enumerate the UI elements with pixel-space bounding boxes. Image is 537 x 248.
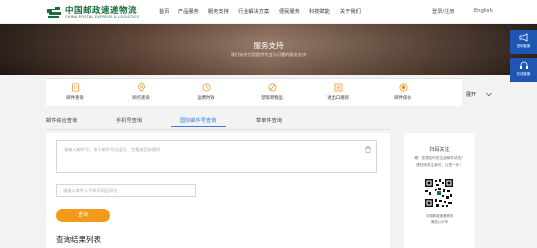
nav-item-products[interactable]: 产品服务: [178, 8, 199, 15]
nav-item-about[interactable]: 关于我们: [340, 8, 361, 15]
side-online-service-button[interactable]: 在线客服: [510, 58, 537, 82]
qr-code-icon: [424, 178, 454, 208]
service-outlet-query[interactable]: 网点查询: [116, 83, 166, 101]
nav-item-tech[interactable]: 科技赋能: [309, 8, 330, 15]
hero-title: 服务支持: [253, 41, 284, 50]
side-service-label: 官网客服: [516, 44, 531, 48]
service-label: 禁限寄物品: [261, 96, 283, 101]
megaphone-icon: [519, 33, 527, 42]
query-tabs: 邮件综合查询 手机号查询 国际邮件号查询 草单件查询: [46, 117, 462, 129]
follow-description-line1: 哪！您想实时关注此邮件状态？: [414, 156, 465, 160]
china-post-logo-icon: [47, 7, 61, 18]
language-switch[interactable]: English: [474, 8, 493, 14]
service-prohibited-items[interactable]: 禁限寄物品: [247, 83, 297, 101]
tab-international-query[interactable]: 国际邮件号查询: [180, 117, 216, 124]
qr-caption-line1: 中国邮政速递物流: [425, 214, 454, 218]
tabs-divider: [46, 129, 390, 130]
phone-input-placeholder: 请输入收件人手机号码后四位: [63, 188, 118, 193]
service-mail-query[interactable]: 邮件查询: [50, 83, 100, 101]
login-link[interactable]: 登录/注册: [432, 8, 455, 15]
follow-qr-card: 扫码关注 哪！您想实时关注此邮件状态？ 请扫码关注我们，让您一步！ 中国邮政速递…: [404, 133, 475, 248]
service-import-export-rules[interactable]: 进出口规则: [313, 83, 363, 101]
top-header: 中国邮政速递物流 CHINA POSTAL EXPRESS & LOGISTIC…: [0, 0, 537, 24]
follow-title: 扫码关注: [429, 147, 450, 153]
shield-icon: [399, 83, 407, 92]
service-label: 网点查询: [132, 96, 150, 101]
follow-description-line2: 请扫码关注我们，让您一步！: [416, 163, 463, 167]
service-label: 进出口规则: [327, 96, 349, 101]
nav-item-support[interactable]: 服务支持: [208, 8, 229, 15]
logo[interactable]: 中国邮政速递物流 CHINA POSTAL EXPRESS & LOGISTIC…: [46, 3, 142, 21]
document-icon: [71, 83, 79, 92]
location-icon: [137, 83, 145, 92]
side-online-label: 在线客服: [516, 72, 531, 76]
hero-subtitle: 我们始终为您提供专业与可靠的服务支持: [230, 52, 307, 57]
prohibited-icon: [268, 83, 276, 92]
result-list-title: 查询结果列表: [56, 235, 101, 244]
logo-text-en: CHINA POSTAL EXPRESS & LOGISTICS: [65, 15, 139, 19]
tab-comprehensive-query[interactable]: 邮件综合查询: [46, 117, 77, 124]
headset-icon: [519, 61, 528, 69]
service-insurance[interactable]: 邮件保价: [378, 83, 428, 101]
rules-icon: [334, 83, 342, 92]
service-shipping-time[interactable]: 运费时效: [181, 83, 231, 101]
service-label: 邮件保价: [394, 96, 412, 101]
side-customer-service-button[interactable]: 官网客服: [510, 30, 537, 54]
phone-suffix-input[interactable]: 请输入收件人手机号码后四位: [56, 184, 196, 197]
hero-banner: 服务支持 我们始终为您提供专业与可靠的服务支持: [0, 24, 537, 75]
services-expand-button[interactable]: 展开: [466, 91, 476, 98]
nav-item-home[interactable]: 首页: [159, 8, 169, 15]
nav-item-solutions[interactable]: 行业解决方案: [238, 8, 269, 15]
query-button[interactable]: 查询: [56, 209, 110, 222]
nav-item-convenience[interactable]: 便民服务: [279, 8, 300, 15]
qr-caption-line2: 微信公众号: [431, 220, 448, 224]
chevron-down-icon[interactable]: [486, 92, 492, 97]
trash-icon[interactable]: [365, 146, 371, 153]
active-tab-indicator: [171, 126, 226, 127]
clock-icon: [202, 83, 210, 92]
tab-draft-query[interactable]: 草单件查询: [256, 117, 282, 124]
query-form-card: 请输入邮件号，多个邮件号以逗号、空格或回车隔开 请输入收件人手机号码后四位 查询…: [46, 133, 390, 248]
tracking-number-textarea[interactable]: 请输入邮件号，多个邮件号以逗号、空格或回车隔开: [56, 140, 377, 173]
service-icon-bar: 邮件查询 网点查询 运费时效 禁限寄物品 进出口规则 邮件保价 展开: [46, 78, 492, 106]
service-label: 运费时效: [197, 96, 215, 101]
tab-phone-query[interactable]: 手机号查询: [116, 117, 142, 124]
service-label: 邮件查询: [66, 96, 84, 101]
textarea-placeholder: 请输入邮件号，多个邮件号以逗号、空格或回车隔开: [64, 147, 161, 152]
